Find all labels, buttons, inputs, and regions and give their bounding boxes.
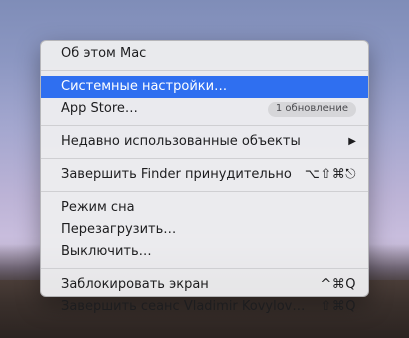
menu-item-recent-items[interactable]: Недавно использованные объекты ▶ [41, 131, 368, 153]
menu-divider [41, 70, 368, 71]
force-quit-shortcut: ⌥⇧⌘⎋ [304, 167, 356, 182]
lock-screen-shortcut: ^⌘Q [320, 277, 356, 292]
menu-item-about-label: Об этом Mac [61, 46, 147, 61]
menu-divider [41, 268, 368, 269]
menu-item-logout-label: Завершить сеанс Vladimir Kovylov… [61, 299, 306, 314]
menu-item-shutdown-label: Выключить… [61, 244, 152, 259]
menu-item-sleep[interactable]: Режим сна [41, 197, 368, 219]
menu-item-force-quit[interactable]: Завершить Finder принудительно ⌥⇧⌘⎋ [41, 164, 368, 186]
menu-item-sleep-label: Режим сна [61, 200, 135, 215]
menu-item-shutdown[interactable]: Выключить… [41, 241, 368, 263]
menu-item-restart-label: Перезагрузить… [61, 222, 177, 237]
menu-item-app-store-label: App Store… [61, 101, 138, 116]
menu-divider [41, 191, 368, 192]
submenu-arrow-icon: ▶ [348, 136, 356, 147]
menu-item-recent-items-label: Недавно использованные объекты [61, 134, 301, 149]
menu-item-lock-screen[interactable]: Заблокировать экран ^⌘Q [41, 274, 368, 296]
menu-item-logout[interactable]: Завершить сеанс Vladimir Kovylov… ⇧⌘Q [41, 296, 368, 318]
menu-item-force-quit-label: Завершить Finder принудительно [61, 167, 292, 182]
menu-divider [41, 125, 368, 126]
menu-item-app-store[interactable]: App Store… 1 обновление [41, 98, 368, 120]
menu-item-system-preferences-label: Системные настройки… [61, 79, 228, 94]
menu-item-about[interactable]: Об этом Mac [41, 43, 368, 65]
menu-item-lock-screen-label: Заблокировать экран [61, 277, 209, 292]
menu-item-system-preferences[interactable]: Системные настройки… [41, 76, 368, 98]
menu-item-restart[interactable]: Перезагрузить… [41, 219, 368, 241]
apple-menu: Об этом Mac Системные настройки… App Sto… [40, 40, 369, 314]
logout-shortcut: ⇧⌘Q [320, 299, 356, 314]
app-store-update-badge: 1 обновление [267, 101, 356, 117]
menu-divider [41, 158, 368, 159]
